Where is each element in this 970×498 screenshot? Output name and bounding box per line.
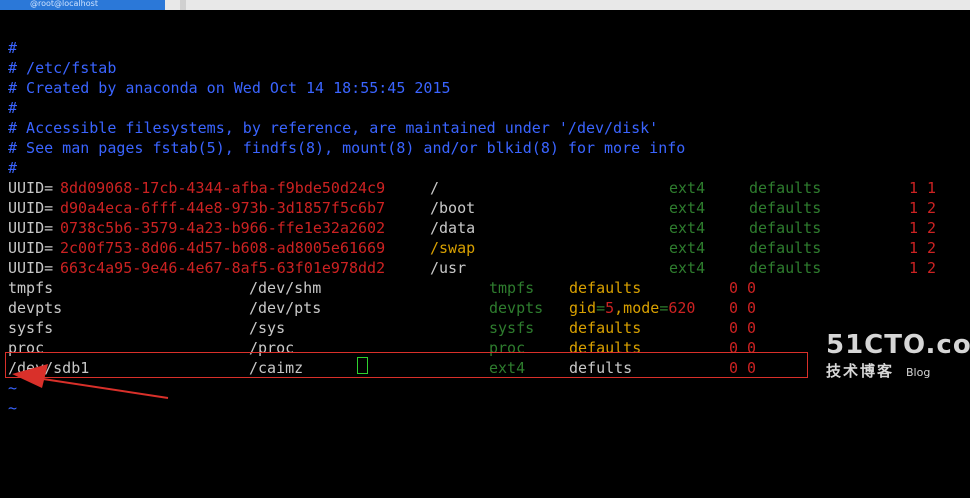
watermark-blog: Blog: [906, 366, 931, 379]
watermark-sub: 技术博客: [826, 362, 895, 380]
arrow-shaft: [29, 376, 169, 399]
arrow-head: [12, 364, 48, 388]
watermark: 51CTO.com 技术博客 Blog: [826, 330, 970, 381]
watermark-main: 51CTO.com: [826, 330, 970, 360]
annotation-arrow-icon: [12, 364, 169, 399]
